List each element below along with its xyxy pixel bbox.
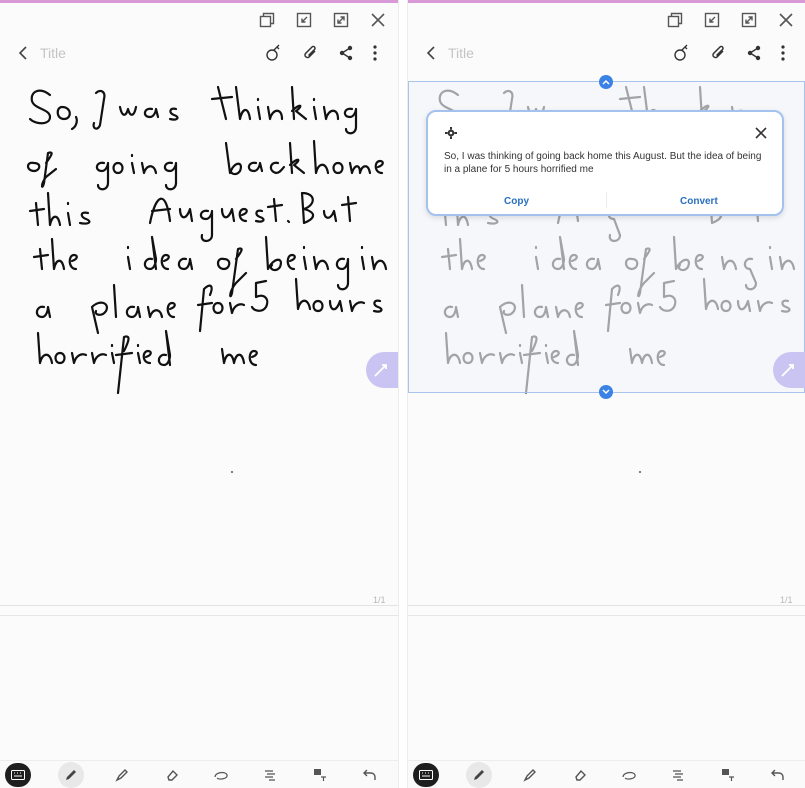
app-bar: Title <box>408 35 805 71</box>
eraser-icon[interactable] <box>568 764 592 786</box>
handwriting-canvas[interactable] <box>0 73 398 605</box>
shape-text-icon[interactable] <box>716 764 740 786</box>
ink-dot <box>639 471 641 473</box>
popup-view-icon[interactable] <box>664 9 686 31</box>
keyboard-icon[interactable] <box>5 763 31 787</box>
expand-icon[interactable] <box>738 9 760 31</box>
window-controls <box>408 3 805 35</box>
drawing-toolbar <box>408 760 805 788</box>
drawing-toolbar <box>0 760 398 788</box>
page-divider-lower <box>408 615 805 616</box>
more-icon[interactable] <box>364 42 386 64</box>
page-divider <box>408 605 805 606</box>
lasso-icon[interactable] <box>617 764 641 786</box>
close-popup-icon[interactable] <box>752 124 770 142</box>
copy-button[interactable]: Copy <box>504 196 529 207</box>
back-icon[interactable] <box>12 41 34 65</box>
highlighter-icon[interactable] <box>518 764 542 786</box>
keyboard-icon[interactable] <box>413 763 439 787</box>
page-number: 1/1 <box>780 595 793 605</box>
pen-icon <box>474 770 484 780</box>
page-divider-lower <box>0 615 398 616</box>
note-title-field[interactable]: Title <box>40 45 66 61</box>
selection-handle-top[interactable] <box>599 75 613 89</box>
note-panel-right: Title So, I was thinking of going back h… <box>408 3 805 788</box>
pen-icon <box>781 364 794 377</box>
chevron-down-icon <box>602 389 610 395</box>
note-title-field[interactable]: Title <box>448 45 474 61</box>
more-icon[interactable] <box>772 42 794 64</box>
eraser-icon[interactable] <box>160 764 184 786</box>
minimize-icon[interactable] <box>701 9 723 31</box>
popup-view-icon[interactable] <box>256 9 278 31</box>
pen-icon <box>66 770 76 780</box>
attach-icon[interactable] <box>300 42 322 64</box>
lasso-icon[interactable] <box>209 764 233 786</box>
minimize-icon[interactable] <box>293 9 315 31</box>
handwritten-strokes <box>26 85 388 395</box>
button-divider <box>606 192 607 208</box>
shape-text-icon[interactable] <box>308 764 332 786</box>
text-style-icon[interactable] <box>666 764 690 786</box>
share-icon[interactable] <box>743 42 765 64</box>
floating-pen-button[interactable] <box>366 352 398 388</box>
note-panel-left: Title 1/1 <box>0 3 398 788</box>
gear-icon[interactable] <box>444 126 458 140</box>
undo-icon[interactable] <box>766 764 790 786</box>
floating-pen-button[interactable] <box>773 352 805 388</box>
close-icon[interactable] <box>367 9 389 31</box>
recognized-text: So, I was thinking of going back home th… <box>444 151 762 175</box>
pen-tool-button[interactable] <box>466 762 492 788</box>
page-number: 1/1 <box>373 595 386 605</box>
handwriting-recognition-popup: So, I was thinking of going back home th… <box>426 110 784 216</box>
window-controls <box>0 3 398 35</box>
ink-dot <box>231 471 233 473</box>
pen-icon <box>374 364 387 377</box>
attach-icon[interactable] <box>708 42 730 64</box>
undo-icon[interactable] <box>358 764 382 786</box>
chevron-up-icon <box>602 79 610 85</box>
highlighter-icon[interactable] <box>110 764 134 786</box>
close-icon[interactable] <box>775 9 797 31</box>
text-style-icon[interactable] <box>258 764 282 786</box>
share-icon[interactable] <box>335 42 357 64</box>
pen-tool-button[interactable] <box>58 762 84 788</box>
selection-handle-bottom[interactable] <box>599 385 613 399</box>
expand-icon[interactable] <box>330 9 352 31</box>
handwriting-icon[interactable] <box>670 42 692 64</box>
convert-button[interactable]: Convert <box>680 196 718 207</box>
page-divider <box>0 605 398 606</box>
app-bar: Title <box>0 35 398 71</box>
split-divider <box>398 0 408 788</box>
handwriting-icon[interactable] <box>262 42 284 64</box>
back-icon[interactable] <box>420 41 442 65</box>
